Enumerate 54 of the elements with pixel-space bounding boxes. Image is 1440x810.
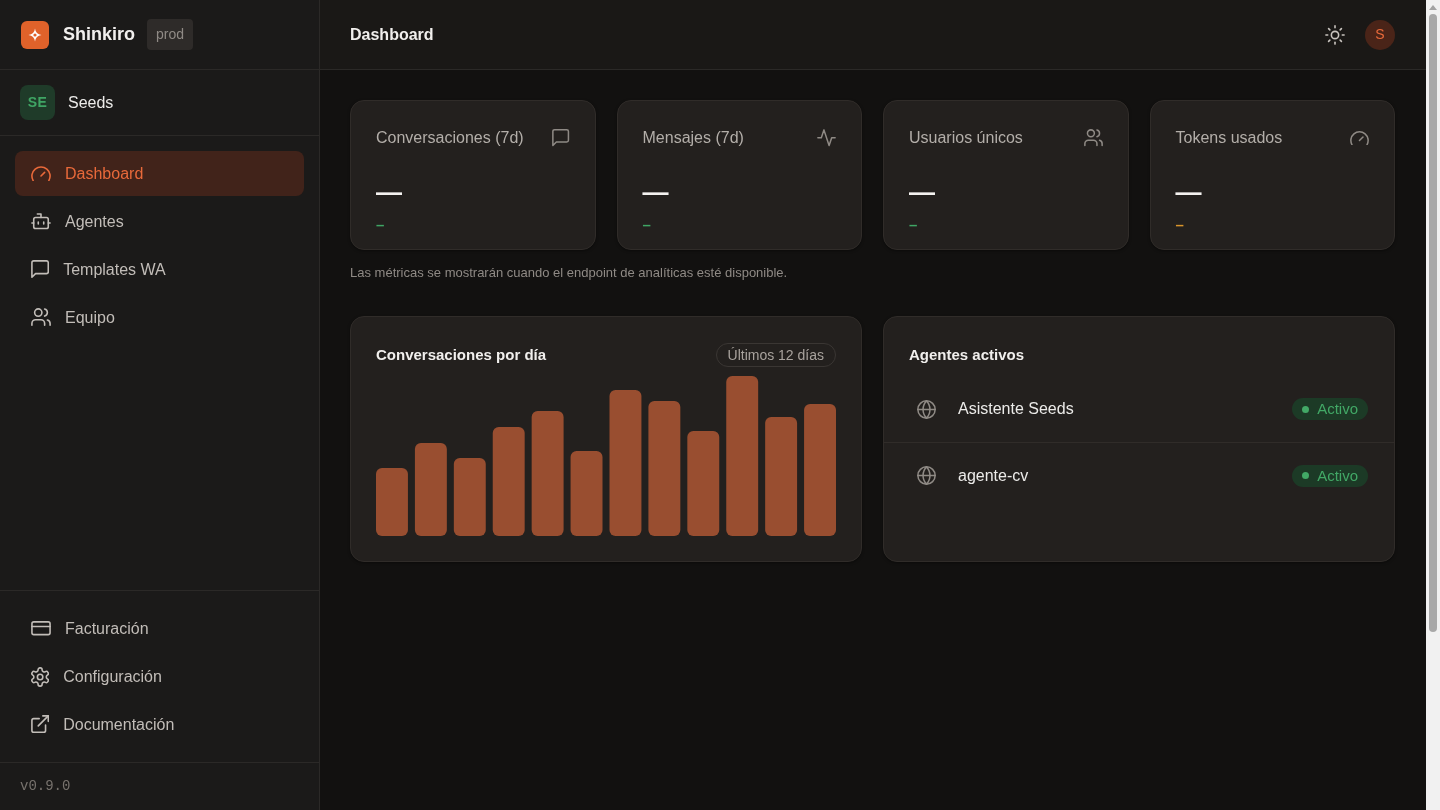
- agent-name: agente-cv: [958, 465, 1029, 486]
- stat-title: Conversaciones (7d): [376, 128, 524, 148]
- stat-value: —: [1175, 177, 1202, 207]
- pulse-line-icon: [817, 129, 836, 147]
- stat-change: –: [376, 216, 385, 233]
- nav-link[interactable]: Agentes: [15, 199, 304, 244]
- external-link-icon: [31, 715, 50, 734]
- chat-bubble-icon: [31, 260, 50, 279]
- globe-icon: [917, 466, 936, 485]
- settings-icon: [31, 666, 50, 687]
- nav-link[interactable]: Configuración: [15, 654, 304, 699]
- scrollbar-thumb[interactable]: [1429, 14, 1437, 632]
- card-title: Conversaciones por día: [376, 345, 547, 365]
- nav-link[interactable]: Dashboard: [15, 151, 304, 196]
- environment-badge: prod: [147, 19, 194, 50]
- stat-change: –: [1175, 216, 1184, 233]
- nav-link[interactable]: Equipo: [15, 295, 304, 340]
- sun-icon: [1325, 24, 1345, 45]
- scrollbar[interactable]: [1426, 0, 1440, 810]
- stat-change: –: [909, 216, 918, 233]
- status-dot-icon: [1302, 472, 1310, 479]
- status-text: Activo: [1317, 465, 1358, 486]
- chat-bubble-icon: [552, 129, 570, 147]
- workspace-avatar: SE: [20, 85, 55, 120]
- theme-toggle-button[interactable]: [1325, 24, 1345, 45]
- workspace-name: Seeds: [68, 92, 114, 113]
- info-text: Las métricas se mostrarán cuando el endpoint de analíticas esté disponible.: [350, 264, 789, 282]
- credit-card-icon: [31, 621, 51, 636]
- stat-title: Mensajes (7d): [642, 128, 744, 148]
- user-avatar[interactable]: S: [1365, 19, 1395, 50]
- status-text: Activo: [1317, 399, 1358, 419]
- stat-title: Tokens usados: [1175, 128, 1283, 148]
- globe-icon: [917, 399, 936, 419]
- users-icon: [31, 308, 51, 327]
- stat-change: –: [642, 216, 651, 233]
- nav-link[interactable]: Templates WA: [15, 247, 304, 292]
- stat-title: Usuarios únicos: [909, 128, 1023, 148]
- robot-icon: [31, 213, 51, 230]
- stat-value: —: [376, 177, 402, 207]
- page-title: Dashboard: [350, 24, 434, 45]
- version-label: v0.9.0: [20, 777, 71, 796]
- nav-link[interactable]: Documentación: [15, 702, 304, 747]
- gauge-icon: [31, 165, 51, 182]
- card-title: Agentes activos: [909, 345, 1026, 365]
- stat-value: —: [909, 177, 935, 207]
- status-dot-icon: [1302, 405, 1310, 413]
- stat-value: —: [642, 177, 669, 207]
- gauge-icon: [1350, 130, 1369, 146]
- nav-link[interactable]: Facturación: [15, 606, 304, 651]
- logo-icon: [21, 20, 49, 49]
- users-icon: [1083, 129, 1103, 147]
- agent-name: Asistente Seeds: [958, 399, 1074, 419]
- brand-name: Shinkiro: [63, 23, 135, 46]
- scroll-up-arrow-icon[interactable]: [1429, 5, 1437, 10]
